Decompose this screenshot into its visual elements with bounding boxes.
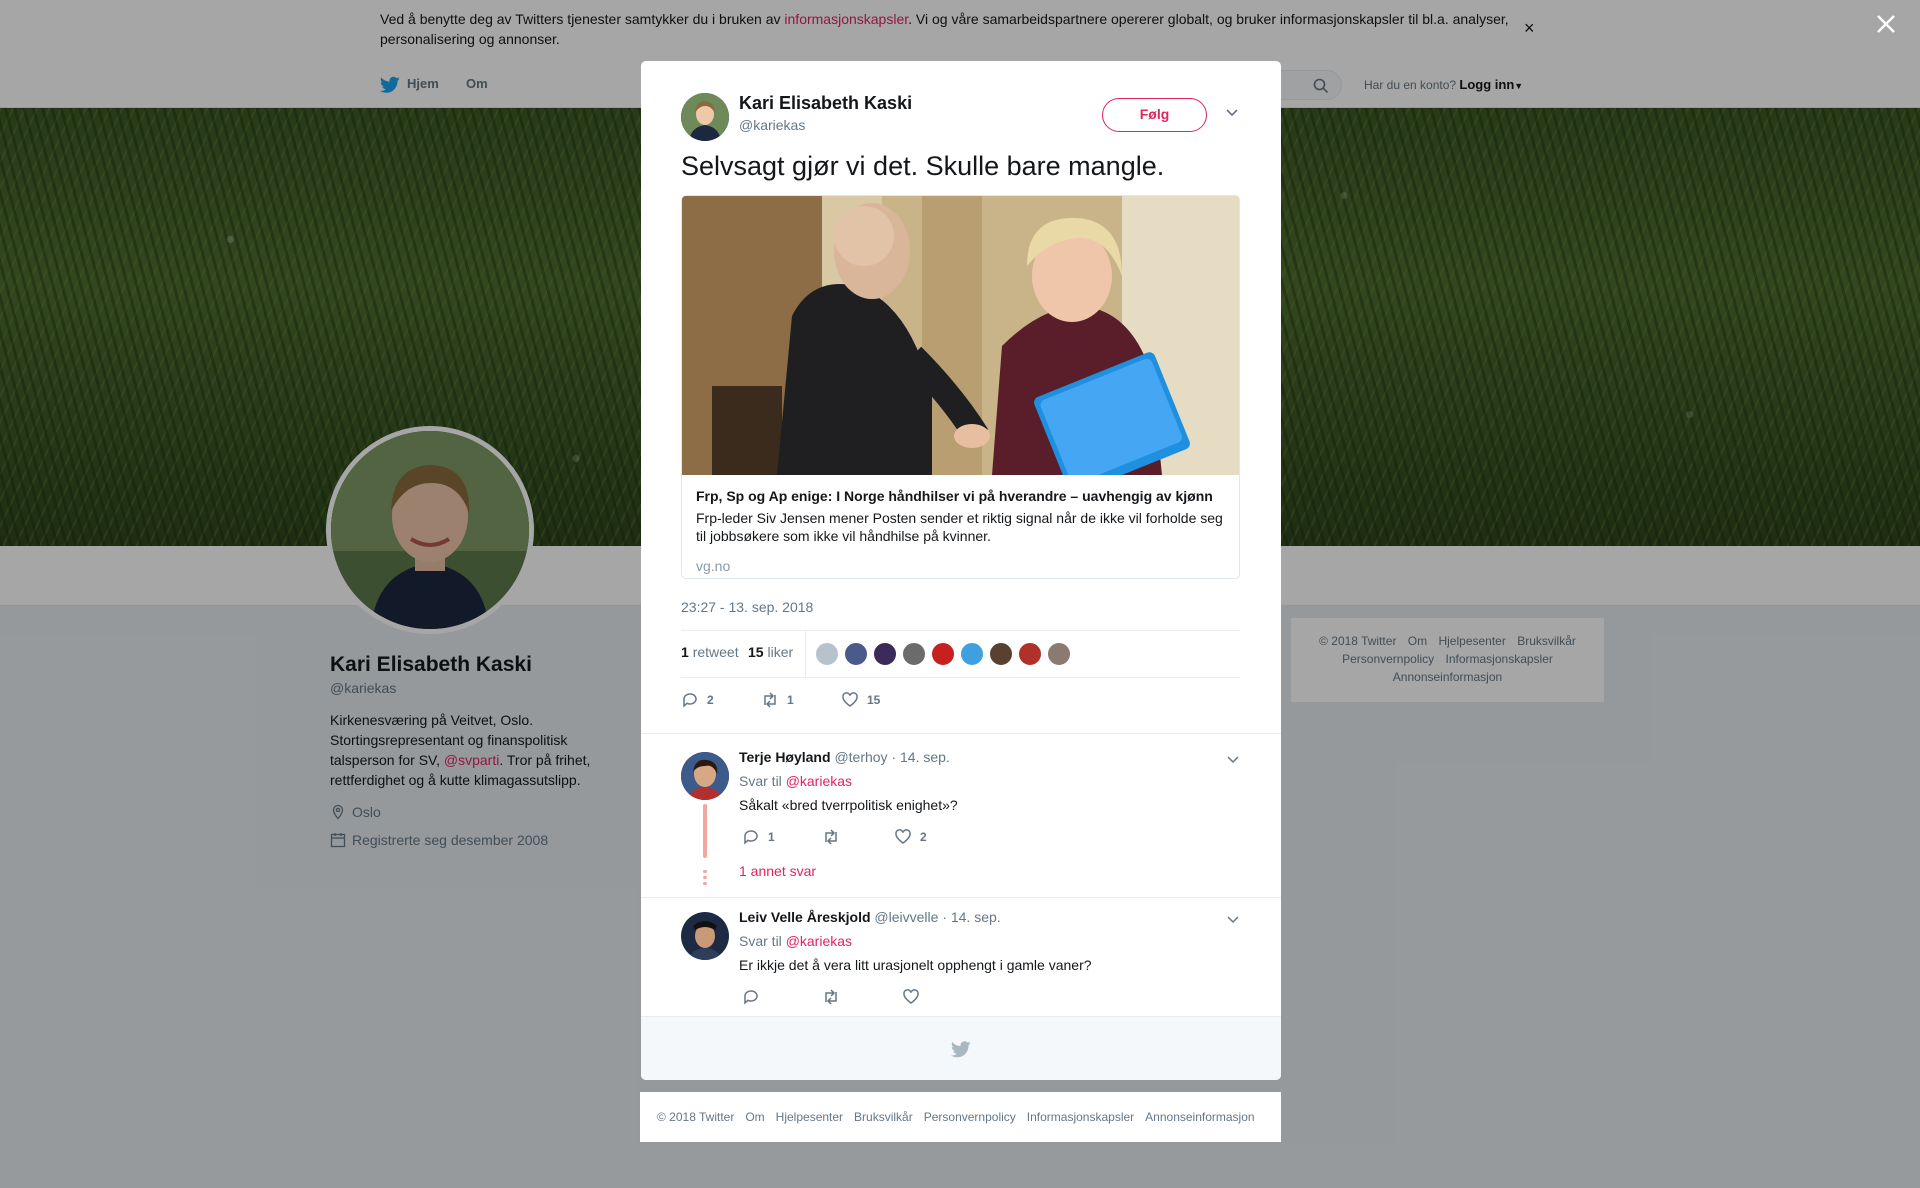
reply-to-mention[interactable]: @kariekas xyxy=(786,773,852,789)
retweets-label: retweet xyxy=(692,644,739,660)
retweet-count: 1 xyxy=(787,693,794,707)
retweets-count: 1 xyxy=(681,644,689,660)
card-title[interactable]: Frp, Sp og Ap enige: I Norge håndhilser … xyxy=(696,488,1213,504)
divider xyxy=(641,733,1281,734)
reply-header: Terje Høyland @terhoy · 14. sep. xyxy=(739,749,950,765)
twitter-bird-icon xyxy=(951,1041,971,1058)
reply-to: Svar til @kariekas xyxy=(739,773,852,789)
footer-link-cookies[interactable]: Informasjonskapsler xyxy=(1027,1110,1134,1124)
like-count: 15 xyxy=(867,693,881,707)
thread-dot xyxy=(703,882,707,885)
reply-date[interactable]: · 14. sep. xyxy=(891,749,949,765)
liker-avatar[interactable] xyxy=(873,642,897,666)
reply-avatar[interactable] xyxy=(681,912,729,960)
reply-icon xyxy=(744,990,758,1005)
heart-icon xyxy=(903,989,919,1004)
retweet-button[interactable] xyxy=(822,988,902,1006)
retweet-button[interactable]: 1 xyxy=(761,691,841,709)
footer-link-help[interactable]: Hjelpesenter xyxy=(776,1110,843,1124)
liker-avatar[interactable] xyxy=(931,642,955,666)
retweet-button[interactable] xyxy=(822,828,894,846)
chevron-down-icon[interactable] xyxy=(1225,911,1241,927)
chevron-down-icon[interactable] xyxy=(1223,103,1241,121)
footer-link-ads-info[interactable]: Annonseinformasjon xyxy=(1145,1110,1254,1124)
likes-count: 15 xyxy=(748,644,764,660)
modal-bottom-footer: © 2018 Twitter Om Hjelpesenter Bruksvilk… xyxy=(640,1092,1281,1142)
reply-text: Er ikkje det å vera litt urasjonelt opph… xyxy=(739,957,1092,973)
reply-author-handle[interactable]: @leivvelle xyxy=(874,909,938,925)
thread-dot xyxy=(703,876,707,879)
modal-footer xyxy=(641,1016,1281,1080)
liker-avatar[interactable] xyxy=(989,642,1013,666)
liker-avatars xyxy=(815,642,1071,666)
tweet-stats: 1 retweet 15 liker xyxy=(681,630,1240,678)
reply-to-label: Svar til xyxy=(739,773,782,789)
link-card[interactable]: Frp, Sp og Ap enige: I Norge håndhilser … xyxy=(681,195,1240,579)
liker-avatar[interactable] xyxy=(815,642,839,666)
card-domain: vg.no xyxy=(696,558,731,574)
footer-link-about[interactable]: Om xyxy=(745,1110,764,1124)
reply-author-name[interactable]: Terje Høyland xyxy=(739,749,831,765)
likes-label: liker xyxy=(767,644,794,660)
author-handle[interactable]: @kariekas xyxy=(739,117,805,133)
close-icon[interactable] xyxy=(1874,12,1898,36)
author-name[interactable]: Kari Elisabeth Kaski xyxy=(739,93,912,114)
reply-avatar[interactable] xyxy=(681,752,729,800)
reply-icon xyxy=(744,830,758,845)
divider xyxy=(641,897,1281,898)
reply-count: 2 xyxy=(707,693,714,707)
like-button[interactable]: 2 xyxy=(894,828,927,846)
tweet-text: Selvsagt gjør vi det. Skulle bare mangle… xyxy=(681,151,1165,181)
like-button[interactable]: 15 xyxy=(841,691,880,709)
reply-actions xyxy=(742,988,928,1006)
reply-count: 1 xyxy=(768,830,775,844)
liker-avatar[interactable] xyxy=(1018,642,1042,666)
reply-actions: 1 2 xyxy=(742,828,927,846)
heart-icon xyxy=(842,692,858,707)
stats-divider xyxy=(805,631,806,677)
retweet-icon xyxy=(825,989,837,1005)
footer-link-privacy[interactable]: Personvernpolicy xyxy=(924,1110,1016,1124)
reply-button[interactable]: 1 xyxy=(742,828,822,846)
reply-author-handle[interactable]: @terhoy xyxy=(834,749,887,765)
retweet-icon xyxy=(825,829,837,845)
card-description: Frp-leder Siv Jensen mener Posten sender… xyxy=(696,510,1223,544)
tweet-actions: 2 1 15 xyxy=(681,691,880,709)
like-button[interactable] xyxy=(902,988,928,1006)
reply-to: Svar til @kariekas xyxy=(739,933,852,949)
reply-icon xyxy=(683,693,697,708)
follow-button[interactable]: Følg xyxy=(1102,98,1207,132)
footer-copyright: © 2018 Twitter xyxy=(657,1110,735,1124)
reply-to-label: Svar til xyxy=(739,933,782,949)
reply-author-name[interactable]: Leiv Velle Åreskjold xyxy=(739,909,871,925)
liker-avatar[interactable] xyxy=(960,642,984,666)
liker-avatar[interactable] xyxy=(844,642,868,666)
liker-avatar[interactable] xyxy=(902,642,926,666)
reply-date[interactable]: · 14. sep. xyxy=(942,909,1000,925)
like-count: 2 xyxy=(920,830,927,844)
liker-avatar[interactable] xyxy=(1047,642,1071,666)
reply-text: Såkalt «bred tverrpolitisk enighet»? xyxy=(739,797,958,813)
tweet-timestamp[interactable]: 23:27 - 13. sep. 2018 xyxy=(681,599,813,615)
reply-header: Leiv Velle Åreskjold @leivvelle · 14. se… xyxy=(739,909,1001,925)
thread-line xyxy=(703,804,707,858)
tweet-permalink-modal: Kari Elisabeth Kaski @kariekas Følg Selv… xyxy=(641,61,1281,1080)
chevron-down-icon[interactable] xyxy=(1225,751,1241,767)
retweet-icon xyxy=(764,692,776,708)
likes-stat[interactable]: 15 liker xyxy=(748,644,793,660)
reply-button[interactable]: 2 xyxy=(681,691,761,709)
more-replies-link[interactable]: 1 annet svar xyxy=(739,863,816,879)
thread-dot xyxy=(703,870,707,873)
reply-button[interactable] xyxy=(742,988,822,1006)
reply-to-mention[interactable]: @kariekas xyxy=(786,933,852,949)
author-avatar[interactable] xyxy=(681,93,729,141)
footer-link-terms[interactable]: Bruksvilkår xyxy=(854,1110,913,1124)
retweets-stat[interactable]: 1 retweet xyxy=(681,644,739,660)
heart-icon xyxy=(895,829,911,844)
card-image xyxy=(682,196,1239,475)
